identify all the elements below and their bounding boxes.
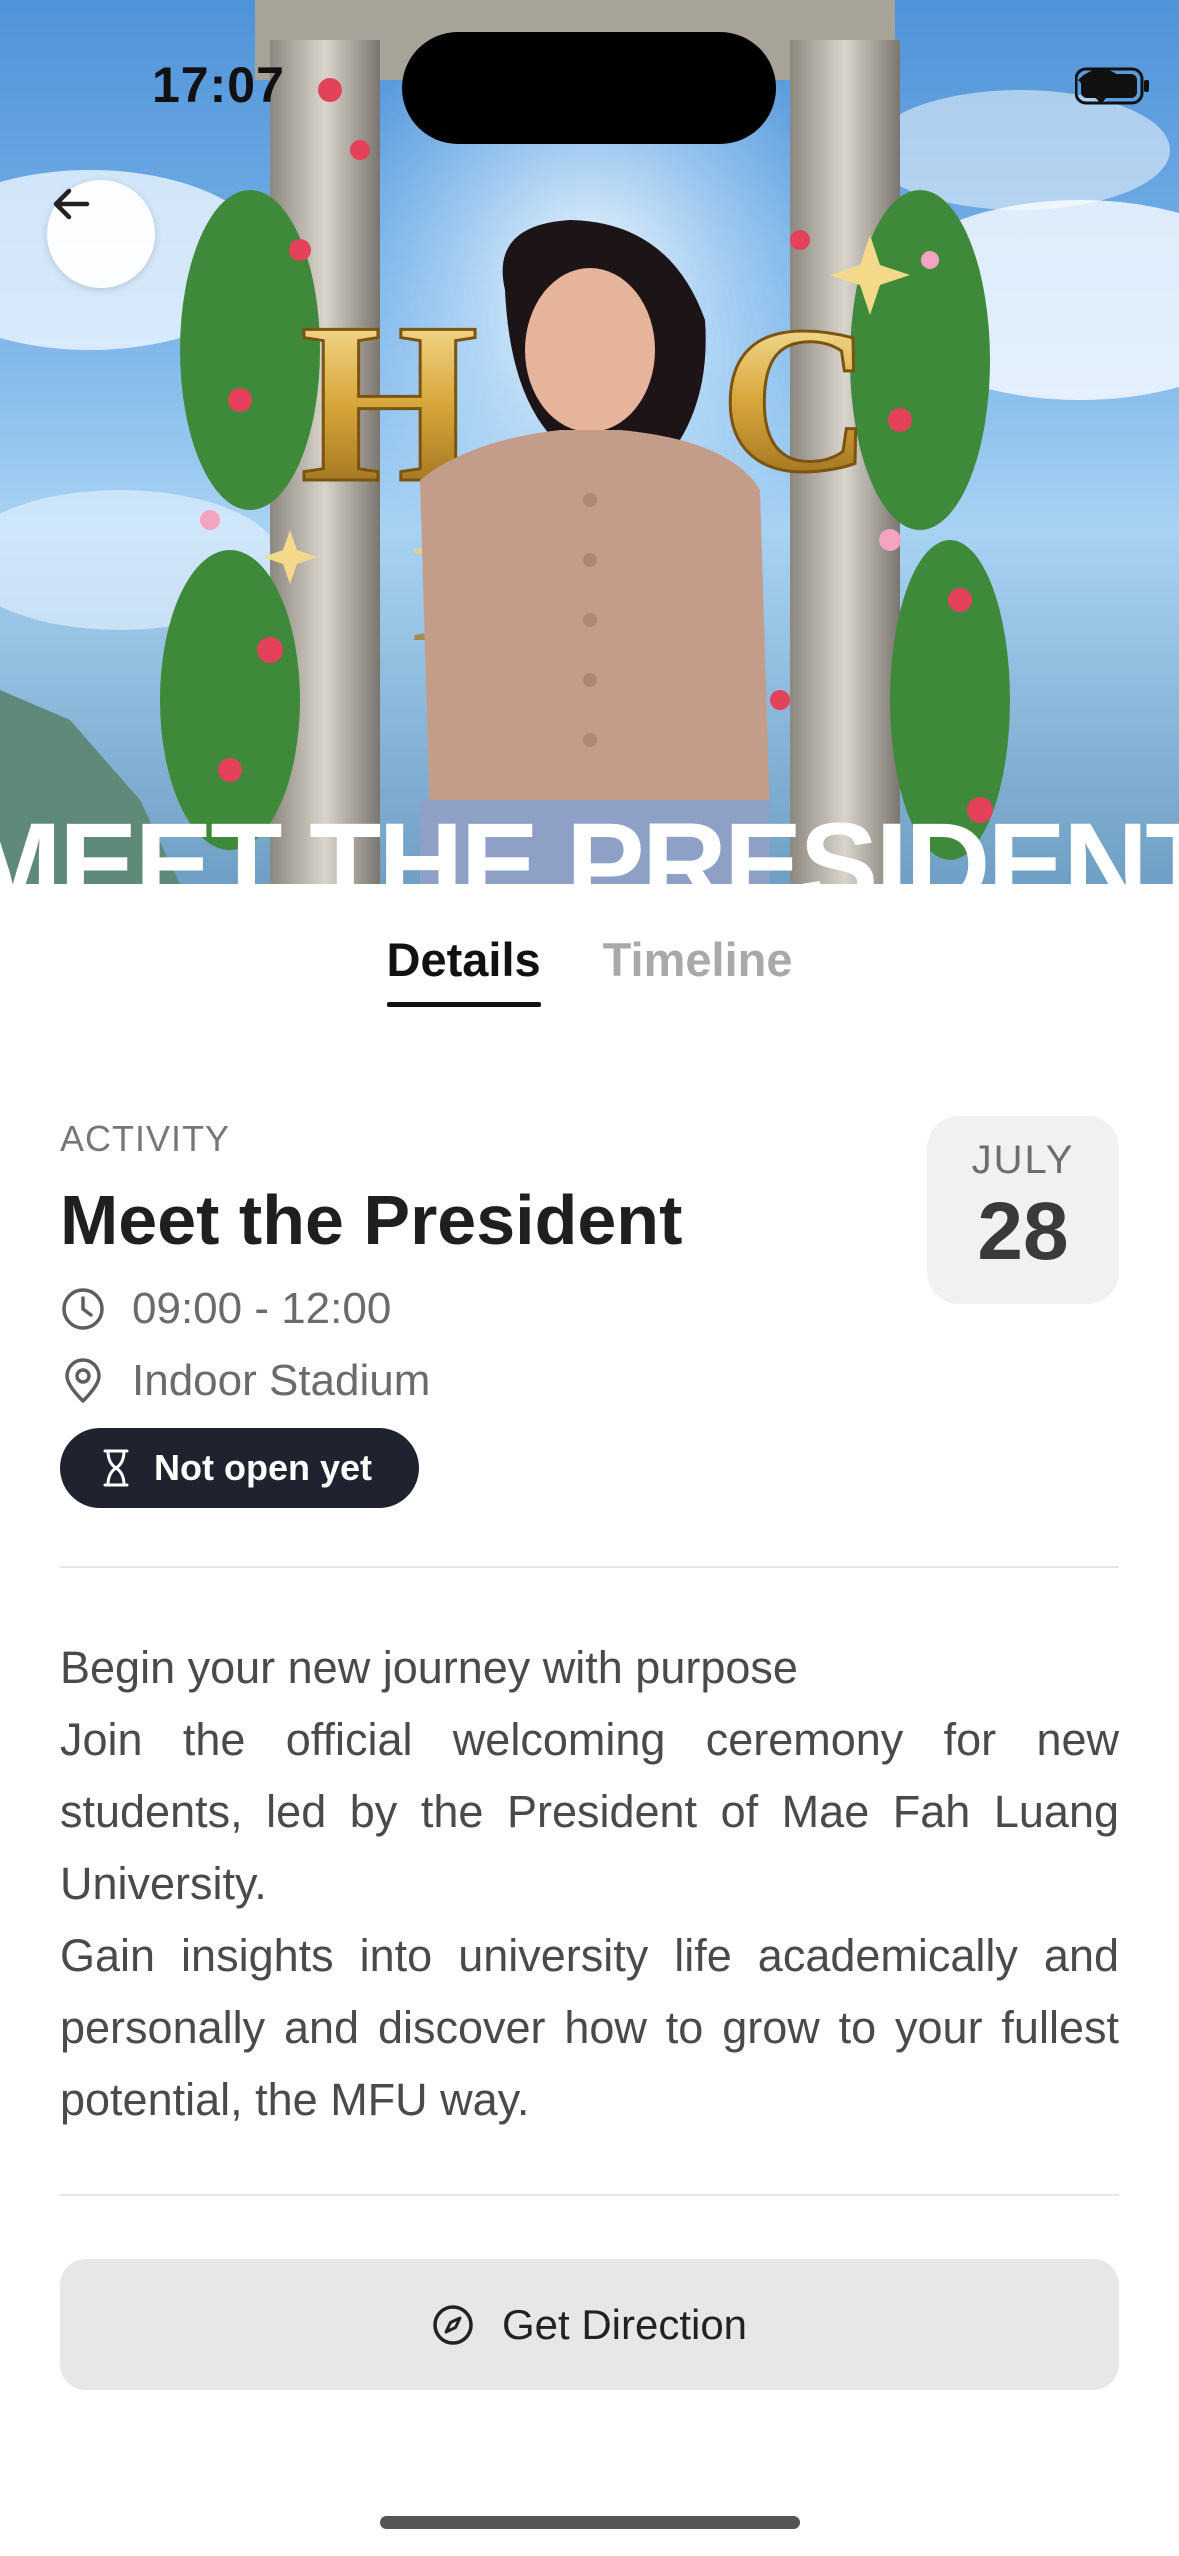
event-date-month: JULY: [971, 1138, 1075, 1182]
home-indicator[interactable]: [380, 2516, 800, 2529]
description-paragraph: Join the official welcoming ceremony for…: [60, 1714, 1119, 1909]
event-date-day: 28: [977, 1186, 1069, 1277]
status-label: Not open yet: [154, 1447, 373, 1488]
event-location: Indoor Stadium: [132, 1356, 431, 1405]
tab-timeline[interactable]: Timeline: [603, 884, 793, 1024]
map-pin-icon: [65, 1358, 101, 1403]
event-date-card: JULY 28: [927, 1116, 1119, 1304]
event-description: Begin your new journey with purpose Join…: [60, 1632, 1119, 2136]
description-paragraph: Gain insights into university life acade…: [60, 1930, 1119, 2125]
event-title: Meet the President: [60, 1181, 683, 1259]
event-location-row: Indoor Stadium: [60, 1356, 430, 1406]
event-category: ACTIVITY: [60, 1118, 231, 1159]
clock-icon: [62, 1288, 104, 1330]
event-banner-image: H C M MEET THE PRESIDENT 17:07: [0, 0, 1179, 884]
tab-details[interactable]: Details: [386, 884, 541, 1024]
back-button[interactable]: [47, 180, 155, 288]
description-line: Begin your new journey with purpose: [60, 1642, 798, 1693]
hourglass-icon: [103, 1449, 129, 1487]
get-direction-button[interactable]: Get Direction: [60, 2259, 1119, 2390]
arrow-left-icon: [53, 188, 90, 220]
event-time-row: 09:00 - 12:00: [60, 1284, 391, 1334]
divider: [60, 1566, 1119, 1568]
banner-title-text: MEET THE PRESIDENT: [0, 799, 1179, 884]
battery-icon: [1075, 67, 1149, 105]
dynamic-island: [402, 32, 776, 144]
compass-icon: [433, 2304, 473, 2345]
event-time: 09:00 - 12:00: [132, 1284, 392, 1333]
status-badge: Not open yet: [60, 1428, 419, 1508]
divider: [60, 2194, 1119, 2196]
tab-bar: Details Timeline: [0, 884, 1179, 1024]
status-bar-time: 17:07: [152, 57, 285, 113]
get-direction-label: Get Direction: [501, 2300, 748, 2348]
